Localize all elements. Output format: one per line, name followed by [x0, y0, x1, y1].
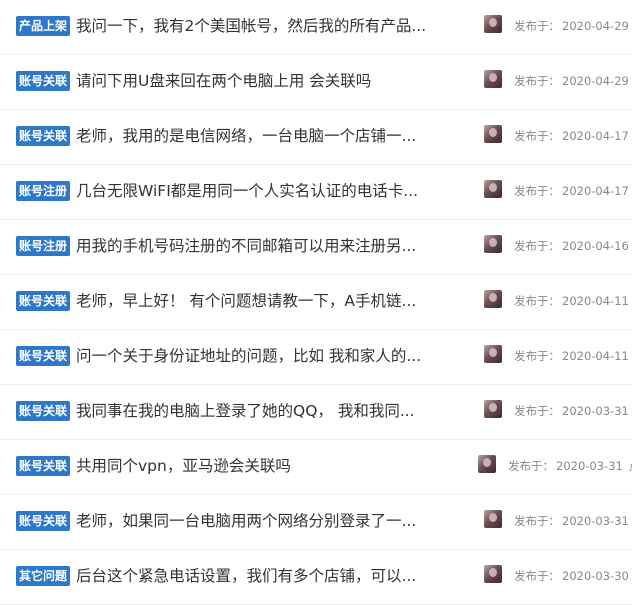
posted-label: 发布于：	[514, 19, 560, 33]
question-title-link[interactable]: 几台无限WiFI都是用同一个人实名认证的电话卡...	[76, 179, 466, 203]
list-item[interactable]: 产品上架 我问一下，我有2个美国帐号，然后我的所有产品... 发布于： 2020-…	[0, 0, 632, 55]
avatar[interactable]	[484, 235, 502, 253]
list-item[interactable]: 账号关联 老师，我用的是电信网络，一台电脑一个店铺一... 发布于： 2020-0…	[0, 110, 632, 165]
posted-label: 发布于：	[514, 404, 560, 418]
category-badge[interactable]: 账号注册	[16, 236, 71, 256]
list-item[interactable]: 账号关联 我同事在我的电脑上登录了她的QQ， 我和我同... 发布于： 2020-…	[0, 385, 632, 440]
post-date: 2020-04-11	[562, 294, 629, 308]
category-badge[interactable]: 账号关联	[16, 346, 71, 366]
post-meta: 发布于： 2020-04-29	[514, 72, 629, 90]
category-badge[interactable]: 账号关联	[16, 456, 71, 476]
post-meta: 发布于： 2020-04-11	[514, 292, 629, 310]
category-badge[interactable]: 其它问题	[16, 566, 71, 586]
post-date: 2020-04-29	[562, 74, 629, 88]
avatar[interactable]	[484, 180, 502, 198]
list-item[interactable]: 账号关联 老师，如果同一台电脑用两个网络分别登录了一... 发布于： 2020-0…	[0, 495, 632, 550]
question-title-link[interactable]: 请问下用U盘来回在两个电脑上用 会关联吗	[76, 69, 466, 93]
list-item[interactable]: 其它问题 后台这个紧急电话设置，我们有多个店铺，可以... 发布于： 2020-0…	[0, 550, 632, 605]
posted-label: 发布于：	[514, 239, 560, 253]
avatar[interactable]	[484, 565, 502, 583]
list-item[interactable]: 账号关联 问一个关于身份证地址的问题，比如 我和家人的... 发布于： 2020-…	[0, 330, 632, 385]
post-meta: 发布于： 2020-04-17	[514, 182, 629, 200]
avatar[interactable]	[484, 290, 502, 308]
post-date: 2020-04-11	[562, 349, 629, 363]
posted-label: 发布于：	[508, 459, 554, 473]
category-badge[interactable]: 账号关联	[16, 71, 71, 91]
avatar[interactable]	[484, 70, 502, 88]
list-item[interactable]: 账号关联 请问下用U盘来回在两个电脑上用 会关联吗 发布于： 2020-04-29	[0, 55, 632, 110]
post-meta: 发布于： 2020-04-29	[514, 17, 629, 35]
question-title-link[interactable]: 我问一下，我有2个美国帐号，然后我的所有产品...	[76, 14, 466, 38]
question-title-link[interactable]: 老师，如果同一台电脑用两个网络分别登录了一...	[76, 509, 466, 533]
category-badge[interactable]: 账号关联	[16, 401, 71, 421]
post-meta: 发布于： 2020-04-16	[514, 237, 629, 255]
post-meta: 发布于： 2020-04-17	[514, 127, 629, 145]
post-meta: 发布于： 2020-03-31	[514, 512, 629, 530]
category-badge[interactable]: 账号关联	[16, 126, 71, 146]
posted-label: 发布于：	[514, 569, 560, 583]
post-meta: 发布于：2020-03-31点	[508, 457, 632, 475]
category-badge[interactable]: 账号关联	[16, 511, 71, 531]
avatar[interactable]	[478, 455, 496, 473]
avatar[interactable]	[484, 345, 502, 363]
post-date: 2020-03-31	[562, 404, 629, 418]
post-meta: 发布于： 2020-04-11	[514, 347, 629, 365]
post-meta: 发布于： 2020-03-30	[514, 567, 629, 585]
question-list: 产品上架 我问一下，我有2个美国帐号，然后我的所有产品... 发布于： 2020-…	[0, 0, 632, 605]
question-title-link[interactable]: 用我的手机号码注册的不同邮箱可以用来注册另...	[76, 234, 466, 258]
post-date: 2020-04-17	[562, 129, 629, 143]
post-date: 2020-04-16	[562, 239, 629, 253]
posted-label: 发布于：	[514, 129, 560, 143]
question-title-link[interactable]: 问一个关于身份证地址的问题，比如 我和家人的...	[76, 344, 466, 368]
posted-label: 发布于：	[514, 514, 560, 528]
post-meta: 发布于： 2020-03-31	[514, 402, 629, 420]
category-badge[interactable]: 账号注册	[16, 181, 71, 201]
post-date: 2020-04-29	[562, 19, 629, 33]
question-title-link[interactable]: 老师，早上好！ 有个问题想请教一下，A手机链...	[76, 289, 466, 313]
list-item[interactable]: 账号关联 老师，早上好！ 有个问题想请教一下，A手机链... 发布于： 2020-…	[0, 275, 632, 330]
avatar[interactable]	[484, 510, 502, 528]
question-title-link[interactable]: 后台这个紧急电话设置，我们有多个店铺，可以...	[76, 564, 466, 588]
post-date: 2020-03-31	[556, 459, 623, 473]
category-badge[interactable]: 产品上架	[16, 16, 71, 36]
avatar[interactable]	[484, 15, 502, 33]
post-date: 2020-03-31	[562, 514, 629, 528]
question-title-link[interactable]: 老师，我用的是电信网络，一台电脑一个店铺一...	[76, 124, 466, 148]
question-title-link[interactable]: 共用同个vpn，亚马逊会关联吗	[76, 454, 466, 478]
list-item[interactable]: 账号关联 共用同个vpn，亚马逊会关联吗 发布于：2020-03-31点	[0, 440, 632, 495]
avatar[interactable]	[484, 125, 502, 143]
posted-label: 发布于：	[514, 349, 560, 363]
category-badge[interactable]: 账号关联	[16, 291, 71, 311]
avatar[interactable]	[484, 400, 502, 418]
list-item[interactable]: 账号注册 几台无限WiFI都是用同一个人实名认证的电话卡... 发布于： 2020…	[0, 165, 632, 220]
question-title-link[interactable]: 我同事在我的电脑上登录了她的QQ， 我和我同...	[76, 399, 466, 423]
post-date: 2020-04-17	[562, 184, 629, 198]
posted-label: 发布于：	[514, 294, 560, 308]
posted-label: 发布于：	[514, 74, 560, 88]
post-date: 2020-03-30	[562, 569, 629, 583]
posted-label: 发布于：	[514, 184, 560, 198]
list-item[interactable]: 账号注册 用我的手机号码注册的不同邮箱可以用来注册另... 发布于： 2020-0…	[0, 220, 632, 275]
